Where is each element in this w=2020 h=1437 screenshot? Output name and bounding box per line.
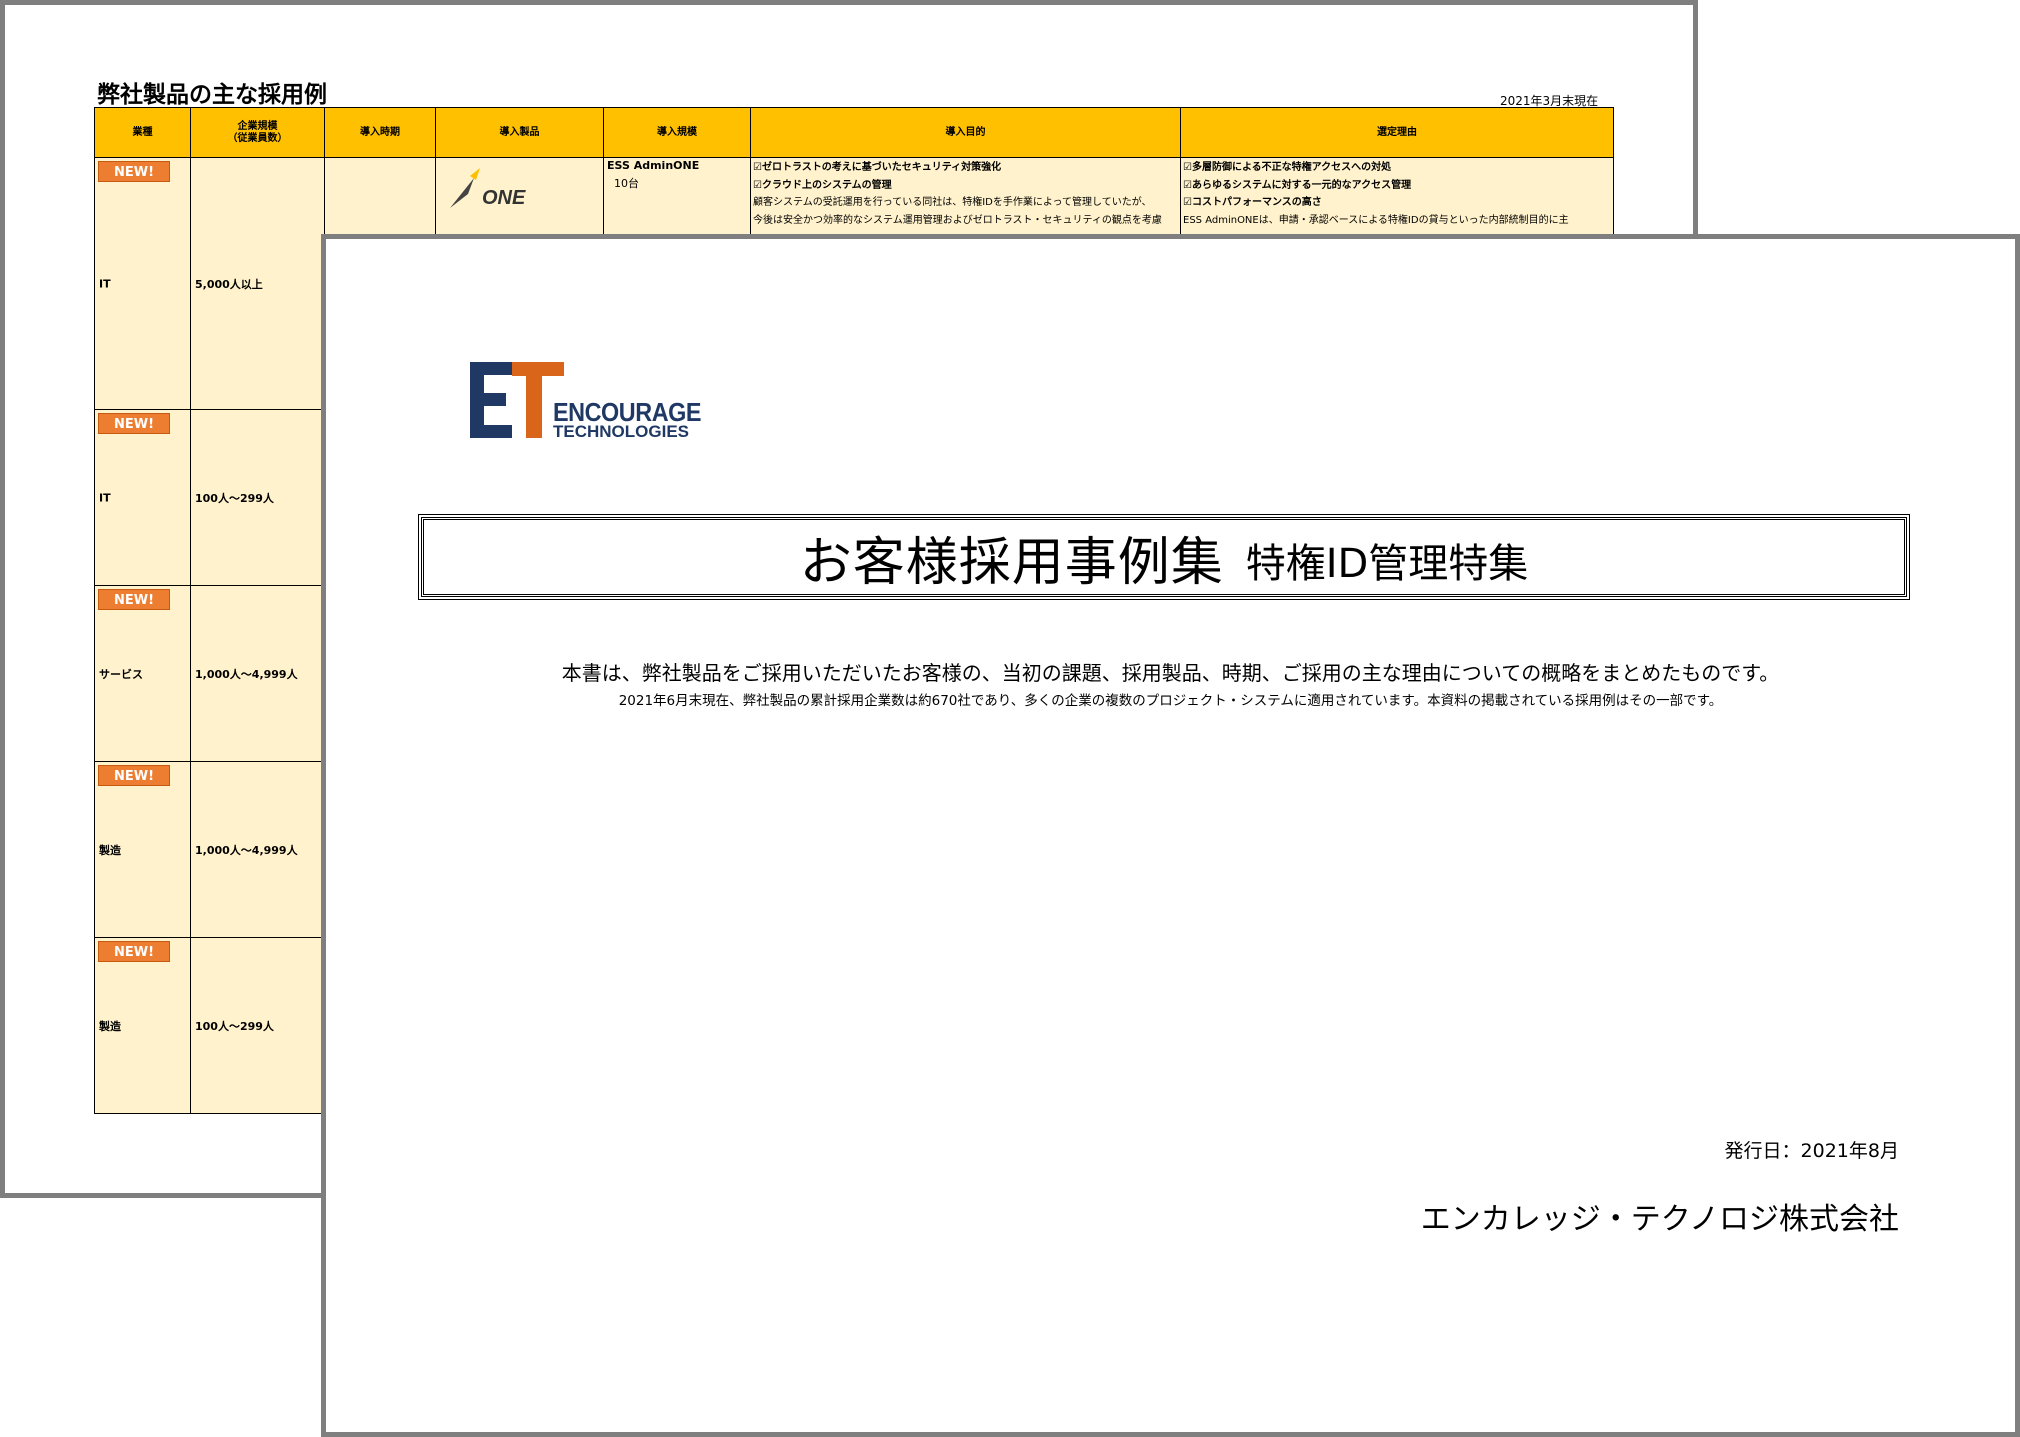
- size-cell: 1,000人～4,999人: [190, 585, 325, 762]
- industry-cell: NEW! IT: [94, 157, 191, 410]
- logo-word-technologies: TECHNOLOGIES: [553, 422, 689, 442]
- size-value: 100人～299人: [195, 1019, 274, 1033]
- industry-cell: NEW! サービス: [94, 585, 191, 762]
- column-header: 企業規模 （従業員数）: [190, 107, 325, 158]
- description-line-1: 本書は、弊社製品をご採用いただいたお客様の、当初の課題、採用製品、時期、ご採用の…: [561, 661, 1780, 685]
- company-logo: ENCOURAGE TECHNOLOGIES: [470, 360, 702, 442]
- column-header: 業種: [94, 107, 191, 158]
- table-header-row: 業種 企業規模 （従業員数） 導入時期 導入製品 導入規模 導入目的 選定理由: [94, 107, 1614, 158]
- column-header: 導入規模: [603, 107, 751, 158]
- purpose-line: 顧客システムの受託運用を行っている同社は、特権IDを手作業によって管理していたが…: [753, 197, 1152, 208]
- size-value: 1,000人～4,999人: [195, 843, 298, 857]
- size-value: 5,000人以上: [195, 277, 263, 291]
- size-cell: 1,000人～4,999人: [190, 761, 325, 938]
- new-badge: NEW!: [98, 765, 170, 786]
- industry-cell: NEW! IT: [94, 409, 191, 586]
- industry-value: IT: [99, 491, 111, 504]
- reason-line: ☑あらゆるシステムに対する一元的なアクセス管理: [1183, 179, 1412, 191]
- column-header: 選定理由: [1180, 107, 1614, 158]
- document-title-box: お客様採用事例集 特権ID管理特集: [418, 514, 1910, 600]
- adminone-logo: ONE: [444, 164, 534, 216]
- new-badge: NEW!: [98, 161, 170, 182]
- size-cell: 100人～299人: [190, 937, 325, 1114]
- purpose-line: ☑ゼロトラストの考えに基づいたセキュリティ対策強化: [753, 162, 1002, 173]
- purpose-line: ☑クラウド上のシステムの管理: [753, 179, 892, 191]
- front-cover-page: ENCOURAGE TECHNOLOGIES お客様採用事例集 特権ID管理特集…: [321, 234, 2020, 1437]
- industry-cell: NEW! 製造: [94, 937, 191, 1114]
- reason-line: ☑コストパフォーマンスの高さ: [1183, 197, 1322, 208]
- reason-line: ☑多層防御による不正な特権アクセスへの対処: [1183, 162, 1392, 173]
- size-cell: 100人～299人: [190, 409, 325, 586]
- size-cell: 5,000人以上: [190, 157, 325, 410]
- document-subtitle: 特権ID管理特集: [1245, 541, 1529, 587]
- size-value: 1,000人～4,999人: [195, 667, 298, 681]
- new-badge: NEW!: [98, 413, 170, 434]
- column-header: 導入時期: [324, 107, 436, 158]
- industry-value: 製造: [99, 1019, 121, 1033]
- document-title: お客様採用事例集: [799, 532, 1224, 593]
- product-name: ESS AdminONE: [607, 159, 700, 172]
- column-header: 導入目的: [750, 107, 1181, 158]
- new-badge: NEW!: [98, 941, 170, 962]
- column-header: 導入製品: [435, 107, 604, 158]
- reason-line: ESS AdminONEは、申請・承認ベースによる特権IDの貸与といった内部統制…: [1183, 214, 1569, 226]
- adminone-logo-text: ONE: [482, 187, 526, 209]
- new-badge: NEW!: [98, 589, 170, 610]
- industry-cell: NEW! 製造: [94, 761, 191, 938]
- description-line-2: 2021年6月末現在、弊社製品の累計採用企業数は約670社であり、多くの企業の複…: [618, 693, 1723, 709]
- size-value: 100人～299人: [195, 491, 274, 505]
- purpose-line: 今後は安全かつ効率的なシステム運用管理およびゼロトラスト・セキュリティの観点を考…: [753, 214, 1162, 226]
- industry-value: IT: [99, 277, 111, 290]
- industry-value: サービス: [99, 667, 143, 681]
- industry-value: 製造: [99, 843, 121, 857]
- company-name: エンカレッジ・テクノロジ株式会社: [1420, 1202, 1899, 1237]
- logo-word-technologies-text: TECHNOLOGIES: [553, 422, 690, 441]
- product-quantity: 10台: [614, 177, 639, 190]
- issue-date: 発行日：2021年8月: [1724, 1140, 1899, 1162]
- back-page-title: 弊社製品の主な採用例: [97, 82, 327, 108]
- et-logo-mark: [470, 362, 564, 438]
